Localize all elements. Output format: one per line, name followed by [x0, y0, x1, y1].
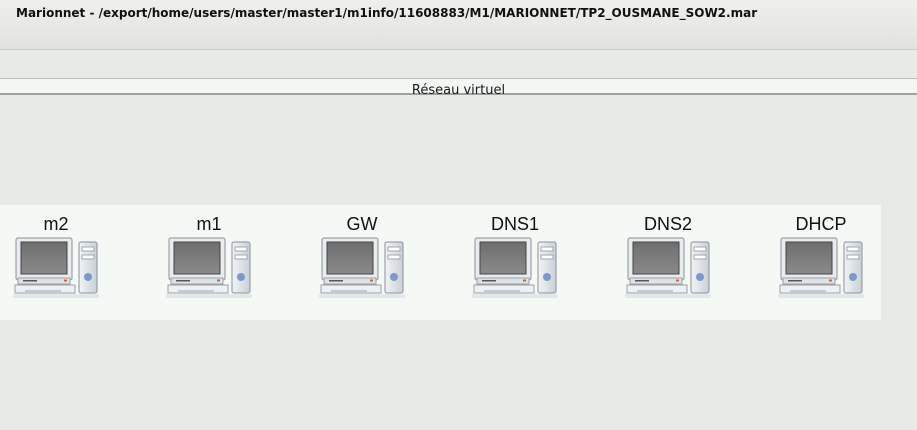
node-label: m2: [43, 214, 69, 234]
computer-icon: [472, 237, 558, 298]
computer-icon: [13, 237, 99, 298]
node-dhcp[interactable]: DHCP: [776, 213, 866, 301]
network-canvas[interactable]: m2 m1 GW DNS1 DNS2 DHCP: [0, 205, 881, 320]
tab-label: Réseau virtuel: [411, 83, 506, 98]
tab-reseau-virtuel[interactable]: Réseau virtuel: [0, 78, 917, 98]
computer-icon: [625, 237, 711, 298]
computer-icon: [166, 237, 252, 298]
node-m2[interactable]: m2: [11, 213, 101, 301]
window-titlebar: Marionnet - /export/home/users/master/ma…: [0, 0, 917, 50]
node-label: GW: [346, 214, 378, 234]
computer-icon: [778, 237, 864, 298]
node-dns2[interactable]: DNS2: [623, 213, 713, 301]
node-dns1[interactable]: DNS1: [470, 213, 560, 301]
window-title: Marionnet - /export/home/users/master/ma…: [16, 6, 758, 20]
computer-icon: [319, 237, 405, 298]
node-label: DHCP: [795, 214, 847, 234]
node-m1[interactable]: m1: [164, 213, 254, 301]
node-label: m1: [196, 214, 222, 234]
node-label: DNS2: [643, 214, 692, 234]
node-label: DNS1: [490, 214, 539, 234]
node-gw[interactable]: GW: [317, 213, 407, 301]
